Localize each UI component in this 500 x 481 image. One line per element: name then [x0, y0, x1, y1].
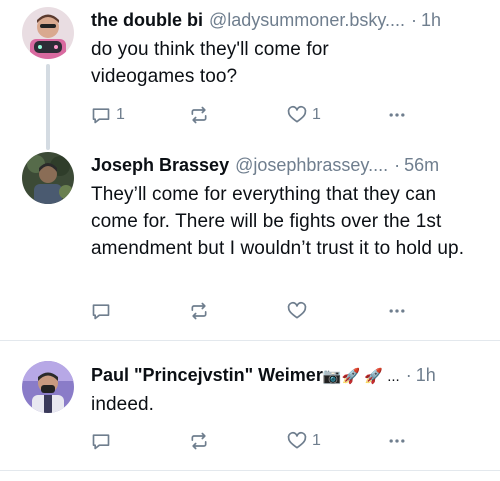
- like-button[interactable]: 1: [287, 103, 321, 127]
- reply-icon: [92, 304, 110, 320]
- author-handle[interactable]: @ladysummoner.bsky....: [209, 8, 405, 32]
- reply-icon: [92, 434, 110, 450]
- avatar[interactable]: [22, 7, 74, 59]
- post-3[interactable]: Paul "Princejvstin" Weimer📷🚀 🚀 ... · 1h …: [0, 341, 500, 471]
- author-name[interactable]: Paul "Princejvstin" Weimer: [91, 365, 323, 385]
- post-divider: [0, 470, 500, 471]
- reply-count: 1: [116, 106, 125, 123]
- heart-icon: [287, 301, 307, 319]
- reply-icon: [92, 108, 110, 124]
- more-options-icon: [389, 309, 405, 313]
- repost-button[interactable]: [189, 103, 209, 127]
- repost-icon: [191, 432, 207, 450]
- author-name[interactable]: Joseph Brassey: [91, 153, 229, 177]
- reply-button[interactable]: [91, 429, 116, 453]
- more-options-button[interactable]: [387, 299, 407, 323]
- repost-icon: [191, 106, 207, 124]
- separator: ·: [405, 365, 412, 385]
- post-1[interactable]: the double bi @ladysummoner.bsky.... · 1…: [0, 0, 500, 150]
- repost-button[interactable]: [189, 429, 209, 453]
- post-text: do you think they'll come for videogames…: [91, 39, 329, 87]
- post-text: They’ll come for everything that they ca…: [91, 184, 465, 259]
- author-handle[interactable]: @josephbrassey....: [235, 153, 388, 177]
- post-timestamp[interactable]: 56m: [404, 153, 439, 177]
- more-options-icon: [389, 113, 405, 117]
- avatar[interactable]: [22, 152, 74, 204]
- more-options-button[interactable]: [387, 103, 407, 127]
- reply-button[interactable]: [91, 299, 116, 323]
- more-options-icon: [389, 439, 405, 443]
- thread-line: [46, 64, 50, 150]
- repost-button[interactable]: [189, 299, 209, 323]
- like-count: 1: [312, 106, 321, 123]
- author-name-emoji: 📷🚀 🚀 ...: [322, 368, 400, 385]
- post-timestamp[interactable]: 1h: [416, 363, 436, 387]
- more-options-button[interactable]: [387, 429, 407, 453]
- like-count: 1: [312, 432, 321, 449]
- heart-icon: [287, 105, 307, 123]
- reply-button[interactable]: 1: [91, 103, 125, 127]
- avatar[interactable]: [22, 361, 74, 413]
- post-text: indeed.: [91, 394, 155, 415]
- separator: ·: [394, 155, 401, 175]
- author-name[interactable]: the double bi: [91, 8, 203, 32]
- post-2[interactable]: Joseph Brassey @josephbrassey.... · 56m …: [0, 145, 500, 341]
- like-button[interactable]: [287, 299, 312, 323]
- heart-icon: [287, 431, 307, 449]
- like-button[interactable]: 1: [287, 429, 321, 453]
- repost-icon: [191, 302, 207, 320]
- separator: ·: [411, 10, 418, 30]
- post-timestamp[interactable]: 1h: [421, 8, 441, 32]
